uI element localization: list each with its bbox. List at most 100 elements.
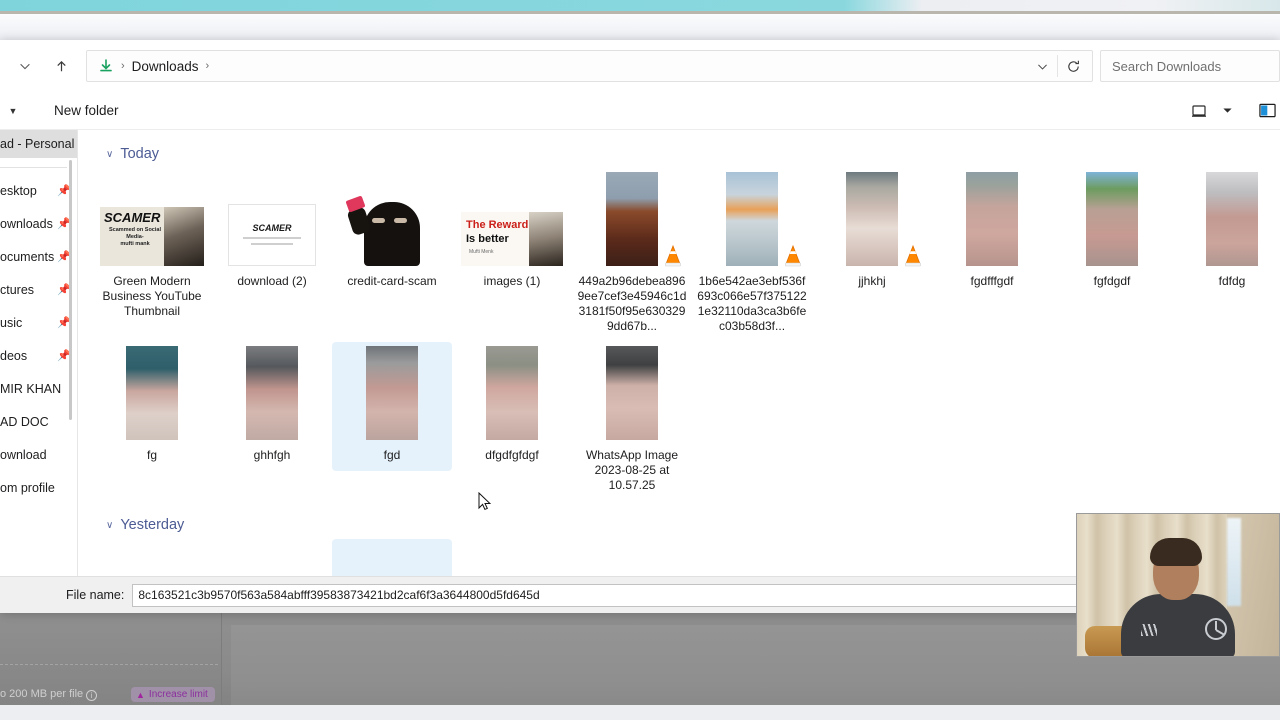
adidas-logo-icon <box>1141 624 1157 636</box>
file-tile[interactable]: 1b6e542ae3ebf536f693c066e57f3751221e3211… <box>692 168 812 342</box>
thumbnail-image <box>846 172 898 266</box>
file-tile[interactable]: 449a2b96debea8969ee7cef3e45946c1d3181f50… <box>572 168 692 342</box>
breadcrumb-separator: › <box>121 60 125 72</box>
group-header-today[interactable]: ∨ Today <box>106 146 1280 162</box>
view-chevron-down-icon[interactable] <box>1214 98 1240 124</box>
info-icon[interactable]: i <box>86 690 98 701</box>
sidebar-item-label: om profile <box>0 480 55 495</box>
breadcrumb-separator-end[interactable]: › <box>203 60 211 72</box>
file-thumbnail <box>576 346 688 440</box>
sidebar-item-label: ownloads <box>0 216 53 231</box>
commandbar-overflow-chevron-icon[interactable]: ▼ <box>2 106 24 116</box>
file-thumbnail <box>216 346 328 440</box>
file-tile[interactable]: fgfdgdf <box>1052 168 1172 297</box>
file-tile[interactable]: fdfdg <box>1172 168 1280 297</box>
file-name-label: images (1) <box>483 274 541 288</box>
file-name-label: 1b6e542ae3ebf536f693c066e57f3751221e3211… <box>697 274 807 333</box>
file-thumbnail: SCAMER <box>216 174 328 266</box>
refresh-icon[interactable] <box>1058 51 1088 81</box>
file-tile[interactable]: credit-card-scam <box>332 168 452 297</box>
group-header-label: Today <box>120 146 160 162</box>
thumbnail-image <box>606 346 658 440</box>
thumbnail-image <box>1086 172 1138 266</box>
file-tile[interactable]: dfgdfgfdgf <box>452 342 572 471</box>
sidebar-onedrive-label: ad - Personal <box>0 137 75 151</box>
file-tile[interactable]: SCAMER download (2) <box>212 168 332 297</box>
sidebar-divider <box>0 167 67 168</box>
increase-limit-label: Increase limit <box>148 689 208 700</box>
sidebar-item-ownloads[interactable]: ownloads 📌 <box>0 207 77 240</box>
sidebar-item-label: deos <box>0 348 28 363</box>
file-name-label: fgfdgdf <box>1093 274 1131 288</box>
file-name-label: File name: <box>66 588 125 602</box>
file-tile[interactable]: WhatsApp Image 2023-08-25 at 10.57.25 <box>572 342 692 501</box>
sidebar-item-deos[interactable]: deos 📌 <box>0 339 77 372</box>
sidebar-item-label: usic <box>0 315 23 330</box>
thumbnail-image <box>1206 172 1258 266</box>
file-tile[interactable]: fg <box>92 342 212 471</box>
view-layout-icon[interactable] <box>1186 98 1212 124</box>
sidebar-item-om-profile[interactable]: om profile <box>0 471 77 504</box>
file-name-value: 8c163521c3b9570f563a584abfff39583873421b… <box>138 588 540 602</box>
sidebar-item-ctures[interactable]: ctures 📌 <box>0 273 77 306</box>
browser-toolbar-band <box>0 14 1280 40</box>
file-tile[interactable]: jjhkhj <box>812 168 932 297</box>
sidebar-item-ocuments[interactable]: ocuments 📌 <box>0 240 77 273</box>
chevron-down-icon[interactable]: ∨ <box>106 520 113 531</box>
breadcrumb-downloads[interactable]: Downloads <box>127 56 204 77</box>
file-name-label: download (2) <box>237 274 307 288</box>
file-thumbnail <box>336 346 448 440</box>
file-tile[interactable]: ghhfgh <box>212 342 332 471</box>
sidebar-item-ownload[interactable]: ownload <box>0 438 77 471</box>
sidebar-scrollbar[interactable] <box>69 160 72 420</box>
downloads-folder-icon <box>97 57 115 75</box>
sidebar-item-ad-doc[interactable]: AD DOC <box>0 405 77 438</box>
sidebar-item-onedrive[interactable]: ad - Personal <box>0 130 77 158</box>
vlc-media-icon <box>662 244 684 268</box>
file-thumbnail <box>576 172 688 268</box>
file-thumbnail <box>456 346 568 440</box>
navigation-bar: › Downloads › Search Downloads <box>0 40 1280 92</box>
sidebar-item-mir-khan[interactable]: MIR KHAN <box>0 372 77 405</box>
thumbnail-image: SCAMER <box>228 204 316 266</box>
address-history-chevron-icon[interactable] <box>1027 51 1057 81</box>
file-name-label: fgd <box>383 448 401 462</box>
file-thumbnail <box>1056 172 1168 266</box>
file-name-label: Green Modern Business YouTube Thumbnail <box>102 274 202 318</box>
file-name-label: fdfdg <box>1218 274 1246 288</box>
sidebar-item-label: ctures <box>0 282 35 297</box>
preview-pane-icon[interactable] <box>1254 98 1280 124</box>
increase-limit-badge[interactable]: ▲ Increase limit <box>131 687 215 702</box>
mouse-cursor <box>478 491 492 512</box>
file-tile[interactable]: fgd <box>332 342 452 471</box>
new-folder-button[interactable]: New folder <box>46 99 127 122</box>
up-button[interactable] <box>46 51 76 81</box>
file-tile[interactable]: SCAMER Scammed on Social Media-mufti mank… <box>92 168 212 327</box>
file-thumbnail <box>696 172 808 268</box>
thumbnail-image <box>606 172 658 266</box>
thumbnail-image <box>366 346 418 440</box>
rocket-icon: ▲ <box>136 689 145 700</box>
sidebar-item-usic[interactable]: usic 📌 <box>0 306 77 339</box>
chevron-down-icon[interactable]: ∨ <box>106 149 113 160</box>
thumbnail-image <box>966 172 1018 266</box>
file-row: fg ghhfgh fgd dfgdfgfdgf WhatsApp Image 2023… <box>78 342 1280 501</box>
file-thumbnail <box>96 346 208 440</box>
background-bottom-strip <box>0 705 1280 720</box>
webcam-window-light <box>1227 518 1241 606</box>
address-bar[interactable]: › Downloads › <box>86 50 1093 82</box>
upload-limit-text: o 200 MB per file i <box>0 688 98 701</box>
sidebar-item-label: MIR KHAN <box>0 381 62 396</box>
sidebar-list: esktop 📌 ownloads 📌 ocuments 📌 ctures 📌 usic 📌 deo… <box>0 174 77 504</box>
file-name-label: jjhkhj <box>858 274 886 288</box>
thumbnail-image: SCAMER Scammed on Social Media-mufti mank <box>100 207 204 266</box>
back-button[interactable] <box>10 51 40 81</box>
sidebar-item-label: ocuments <box>0 249 55 264</box>
file-tile[interactable]: fgdfffgdf <box>932 168 1052 297</box>
file-thumbnail: The Reward Is better Mufti Menk <box>456 174 568 266</box>
vlc-media-icon <box>782 244 804 268</box>
sidebar-item-esktop[interactable]: esktop 📌 <box>0 174 77 207</box>
file-tile[interactable]: The Reward Is better Mufti Menk images (1) <box>452 168 572 297</box>
search-input[interactable]: Search Downloads <box>1100 50 1280 82</box>
command-bar: ▼ New folder <box>0 92 1280 130</box>
